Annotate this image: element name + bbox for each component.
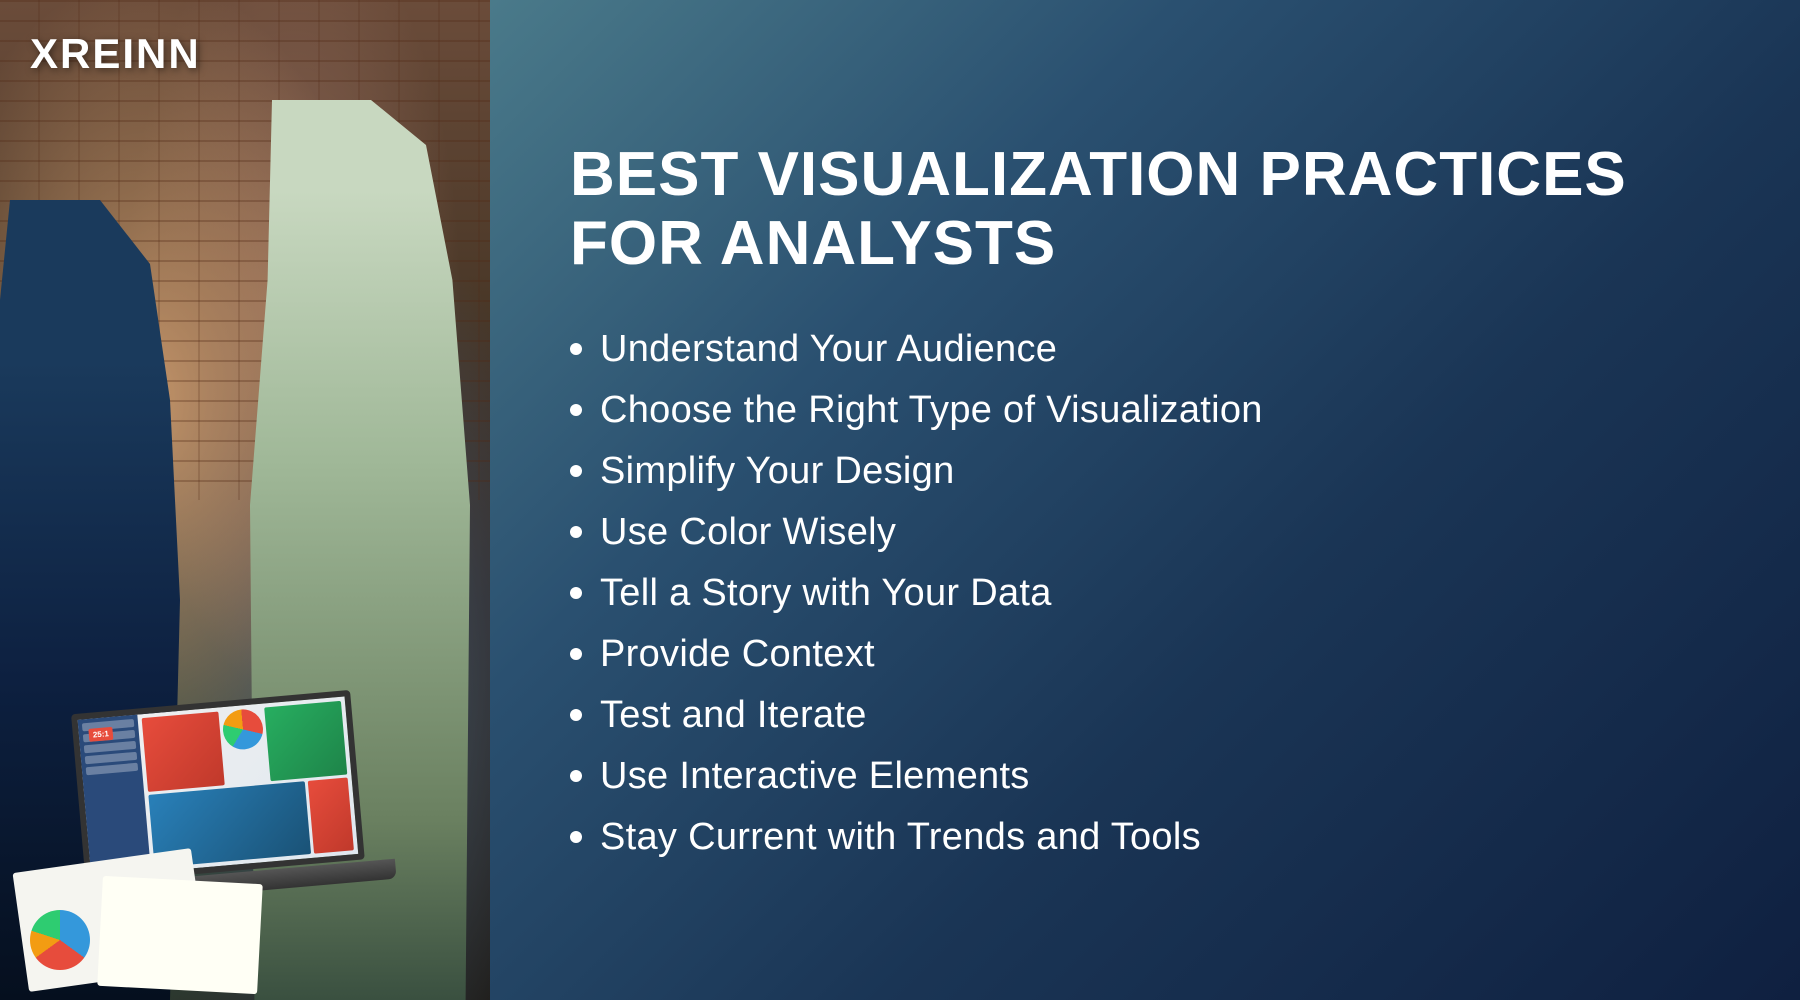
bullet-dot [570,526,582,538]
list-item: Use Color Wisely [570,511,1720,554]
bullet-dot [570,587,582,599]
main-title: BEST VISUALIZATION PRACTICES FOR ANALYST… [570,141,1720,277]
bullet-text: Choose the Right Type of Visualization [600,389,1263,432]
left-panel: 25:1 XREINN [0,0,490,1000]
bullet-text: Provide Context [600,633,875,676]
bullet-dot [570,648,582,660]
list-item: Provide Context [570,633,1720,676]
list-item: Choose the Right Type of Visualization [570,389,1720,432]
bullet-text: Simplify Your Design [600,450,955,493]
bullet-text: Understand Your Audience [600,328,1057,371]
photo-background: 25:1 XREINN [0,0,490,1000]
bullet-dot [570,465,582,477]
bullet-dot [570,831,582,843]
bullet-text: Use Color Wisely [600,511,896,554]
bullet-text: Tell a Story with Your Data [600,572,1052,615]
bullet-dot [570,343,582,355]
list-item: Stay Current with Trends and Tools [570,816,1720,859]
bullet-text: Test and Iterate [600,694,867,737]
list-item: Understand Your Audience [570,328,1720,371]
logo: XREINN [30,30,201,78]
bullet-text: Use Interactive Elements [600,755,1030,798]
bullet-text: Stay Current with Trends and Tools [600,816,1201,859]
bullet-dot [570,404,582,416]
list-item: Tell a Story with Your Data [570,572,1720,615]
bullet-dot [570,709,582,721]
title-line1: BEST VISUALIZATION PRACTICES [570,140,1627,209]
bullet-list: Understand Your Audience Choose the Right… [570,328,1720,859]
list-item: Simplify Your Design [570,450,1720,493]
list-item: Use Interactive Elements [570,755,1720,798]
desk-papers [0,850,490,1000]
list-item: Test and Iterate [570,694,1720,737]
right-panel: BEST VISUALIZATION PRACTICES FOR ANALYST… [490,0,1800,1000]
bullet-dot [570,770,582,782]
title-line2: FOR ANALYSTS [570,209,1056,278]
